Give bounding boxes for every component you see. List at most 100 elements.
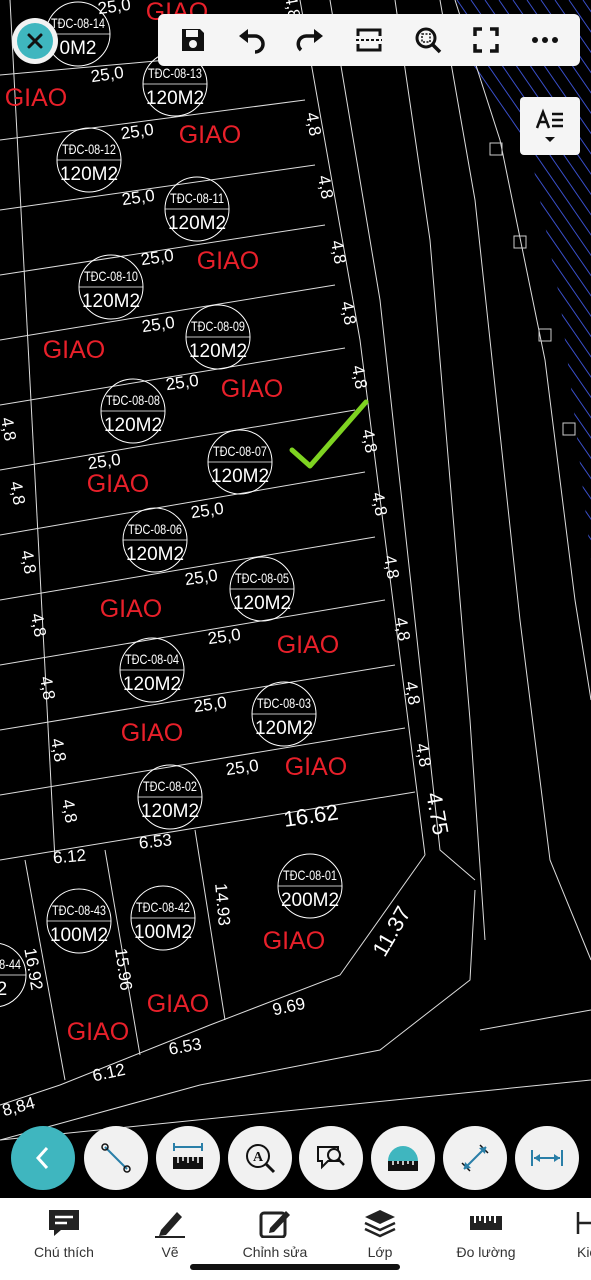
plot-marker[interactable]: TĐC-08-03 120M2 [251,681,317,747]
nav-draw-label: Vẽ [161,1244,179,1260]
plot-id-label: TĐC-08-09 [191,318,245,334]
ruler-icon [173,1143,203,1169]
close-button[interactable] [12,18,58,64]
dimension-label: 6.53 [167,1034,203,1058]
dimension-label: 6.53 [138,830,173,852]
zoom-button[interactable] [405,18,451,62]
giao-label: GIAO [285,753,348,781]
text-style-button[interactable] [520,97,580,155]
giao-label: GIAO [100,595,163,623]
redo-button[interactable] [287,18,333,62]
grid-markers [489,142,576,436]
nav-edit-label: Chỉnh sửa [242,1244,308,1260]
plot-id-label: TĐC-08-05 [235,570,289,586]
dimension-label: 4,8 [358,428,381,455]
plot-area-label: 120M2 [141,801,199,822]
text-search-tool[interactable]: A [228,1126,292,1190]
dimension-label: 6.12 [91,1060,127,1085]
chevron-left-icon [35,1146,49,1170]
nav-edit[interactable]: Chỉnh sửa [229,1208,321,1260]
measure-icon [470,1216,502,1230]
plot-marker[interactable]: TĐC-08-05 120M2 [229,556,295,622]
dimension-label: 4,8 [337,300,360,327]
plot-area-label: 200M2 [281,890,339,911]
plot-marker[interactable]: TĐC-08-10 120M2 [78,254,144,320]
plot-id-label: TĐC-08-42 [136,899,190,915]
frame-icon [355,28,382,52]
protractor-icon [388,1146,418,1171]
dimension-label: 4,8 [302,111,325,138]
cad-viewport[interactable]: TĐC-08-14 0M2 TĐC-08-13 120M2 TĐC-08-12 120M2… [0,0,591,1280]
aligned-dimension-tool[interactable] [443,1126,507,1190]
dimension-label: 4,8 [401,680,424,707]
plot-marker[interactable]: TĐC-08-04 120M2 [119,637,185,703]
plot-id-label: TĐC-08-07 [213,443,267,459]
edit-icon [259,1211,290,1238]
line-icon [101,1143,131,1173]
cad-drawing[interactable]: TĐC-08-14 0M2 TĐC-08-13 120M2 TĐC-08-12 120M2… [0,0,591,1200]
back-button[interactable] [11,1126,75,1190]
comment-search-tool[interactable] [299,1126,363,1190]
plot-area-label: 100M2 [50,925,108,946]
giao-label: GIAO [197,247,260,275]
linear-dimension-tool[interactable] [515,1126,579,1190]
plot-marker[interactable]: TĐC-08-42 100M2 [130,885,196,951]
plot-marker[interactable]: TĐC-08-09 120M2 [185,304,251,370]
nav-layers[interactable]: Lớp [334,1208,426,1260]
dimension-label: 4,8 [17,549,40,576]
plot-marker[interactable]: TĐC-08-11 120M2 [164,176,230,242]
plot-area-label: 120M2 [189,341,247,362]
home-indicator [190,1264,400,1270]
save-button[interactable] [170,18,216,62]
dimension-label: 4,8 [36,675,59,702]
frame-button[interactable] [346,18,392,62]
dimension-label: 25,0 [190,499,225,522]
dimension-label: 4,8 [380,554,403,581]
more-button[interactable] [522,18,568,62]
dimension-label: 6.12 [52,846,87,868]
plot-marker[interactable]: TĐC-08-12 120M2 [56,127,122,193]
plot-marker[interactable]: TĐC-08-02 120M2 [137,764,203,830]
line-tool[interactable] [84,1126,148,1190]
close-icon [17,23,53,59]
plot-area-label: 100M2 [134,922,192,943]
dimension-label: 25,0 [120,120,155,143]
plot-id-label: TĐC-08-02 [143,778,197,794]
tool-row: A [0,1122,591,1194]
nav-annotation[interactable]: Chú thích [18,1208,110,1260]
protractor-tool[interactable] [371,1126,435,1190]
dimension-label: 4,8 [47,737,70,764]
plot-area-label: 120M2 [123,674,181,695]
ruler-tool[interactable] [156,1126,220,1190]
dimension-label: 25,0 [141,313,176,336]
dimension-label: 4,8 [327,239,350,266]
plot-marker[interactable]: TĐC-08-06 120M2 [122,507,188,573]
nav-draw[interactable]: Vẽ [124,1208,216,1260]
dimension-label: 25,0 [207,625,242,648]
dimension-label: 4,8 [314,174,337,201]
dimension-label: 4,8 [58,798,81,825]
plot-area-label: 120M2 [233,593,291,614]
dimension-label: 25,0 [225,756,260,779]
style-icon [576,1212,591,1234]
plot-marker[interactable]: TĐC-08-08 120M2 [100,378,166,444]
giao-label: GIAO [5,84,68,112]
plot-area-label: 120M2 [126,544,184,565]
nav-measure[interactable]: Đo lường [440,1208,532,1260]
undo-button[interactable] [229,18,275,62]
plot-marker[interactable]: TĐC-08-07 120M2 [207,429,273,495]
plot-id-label: TĐC-08-43 [52,902,106,918]
dimension-label: 4,8 [27,612,50,639]
fullscreen-button[interactable] [463,18,509,62]
plot-area-label: 120M2 [255,718,313,739]
nav-style[interactable]: Kiểu [545,1208,591,1260]
plot-marker[interactable]: TĐC-08-43 100M2 [46,888,112,954]
dimension-label: 4,8 [391,616,414,643]
plot-area-label: 120M2 [82,291,140,312]
plot-id-label: TĐC-08-03 [257,695,311,711]
dimension-label: 4.75 [421,790,453,837]
giao-label: GIAO [179,121,242,149]
nav-layers-label: Lớp [367,1244,393,1260]
plot-marker[interactable]: TĐC-08-01 200M2 [277,853,343,919]
dimension-label: 8,84 [0,1093,37,1120]
